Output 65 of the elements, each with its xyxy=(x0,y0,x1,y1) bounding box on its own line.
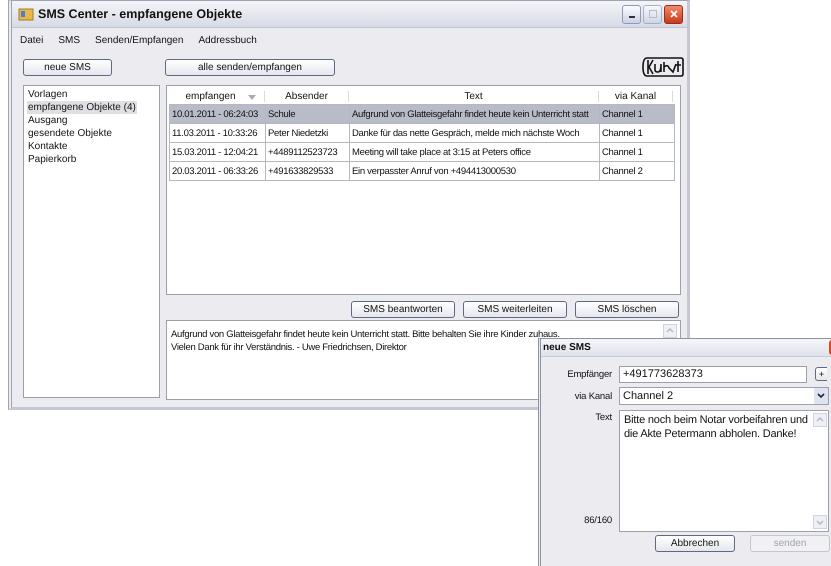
folder-item[interactable]: empfangene Objekte (4) xyxy=(27,101,137,114)
recipient-field[interactable]: +491773628373 xyxy=(619,366,807,382)
table-row[interactable]: 11.03.2011 - 10:33:26 Peter Niedetzki Danke für das nette Gespräch, melde mich nächste Woch Channel 1 xyxy=(169,124,675,143)
folder-item[interactable]: Vorlagen xyxy=(27,88,68,101)
caret-icon xyxy=(814,388,828,404)
table-cell: +491633829533 xyxy=(268,166,334,176)
folder-item[interactable]: Papierkorb xyxy=(27,153,78,166)
column-header[interactable]: via Kanal xyxy=(599,91,673,102)
message-text: Bitte noch beim Notar vorbeifahren und die Akte Petermann abholen. Danke! xyxy=(623,413,809,442)
action-button[interactable]: SMS löschen xyxy=(575,301,679,318)
column-header[interactable]: empfangen xyxy=(169,91,265,102)
field-label: Text xyxy=(594,412,613,423)
column-header[interactable]: Text xyxy=(349,91,599,102)
dialog-button[interactable]: Abbrechen xyxy=(655,535,735,552)
scroll-up-icon[interactable] xyxy=(813,413,827,427)
table-cell: Peter Niedetzki xyxy=(268,128,328,138)
action-button[interactable]: SMS weiterleiten xyxy=(463,301,567,318)
table-row[interactable]: 10.01.2011 - 06:24:03 Schule Aufgrund von Glatteisgefahr findet heute kein Unterricht statt Channel 1 xyxy=(169,104,675,124)
menu-item[interactable]: Addressbuch xyxy=(198,35,257,48)
message-text: Aufgrund von Glatteisgefahr findet heute kein Unterricht statt. Bitte behalten Sie ihre Kinder zuhaus. xyxy=(171,328,560,341)
field-label: Empfänger xyxy=(566,368,613,380)
table-cell: Ein verpasster Anruf von +494413000530 xyxy=(352,166,516,176)
table-row[interactable]: 20.03.2011 - 06:33:26 +491633829533 Ein verpasster Anruf von +494413000530 Channel 2 xyxy=(169,162,675,181)
sort-arrow-icon xyxy=(248,95,256,100)
menu-item[interactable]: Datei xyxy=(20,35,44,48)
table-cell: Aufgrund von Glatteisgefahr findet heute kein Unterricht statt xyxy=(352,108,588,120)
scroll-up-icon[interactable] xyxy=(663,324,677,338)
menu-item[interactable]: SMS xyxy=(58,35,80,48)
table-cell: Channel 1 xyxy=(602,146,643,158)
table-cell: 15.03.2011 - 12:04:21 xyxy=(172,146,258,158)
message-text: Vielen Dank für ihr Verständnis. - Uwe Friedrichsen, Direktor xyxy=(171,341,406,354)
field-label: via Kanal xyxy=(574,390,613,402)
logo-icon xyxy=(641,56,685,78)
table-cell: Channel 2 xyxy=(602,166,643,176)
maximize-icon xyxy=(648,10,656,18)
folder-item[interactable]: gesendete Objekte xyxy=(27,127,113,140)
folder-item[interactable]: Ausgang xyxy=(27,114,68,127)
close-button[interactable] xyxy=(664,4,683,24)
table-cell: 20.03.2011 - 06:33:26 xyxy=(172,166,258,176)
table-cell: Schule xyxy=(268,108,296,120)
table-cell: Channel 1 xyxy=(602,108,643,120)
table-cell: 11.03.2011 - 10:33:26 xyxy=(172,128,258,138)
folder-item[interactable]: Kontakte xyxy=(27,140,68,153)
channel-dropdown[interactable]: Channel 2 xyxy=(619,387,829,405)
table-cell: Danke für das nette Gespräch, melde mich nächste Woch xyxy=(352,128,580,138)
scroll-down-icon[interactable] xyxy=(813,515,827,529)
add-button[interactable]: + xyxy=(815,367,827,381)
menu-item[interactable]: Senden/Empfangen xyxy=(95,35,184,48)
minimize-button[interactable] xyxy=(622,4,641,24)
table-row[interactable]: 15.03.2011 - 12:04:21 +4489112523723 Meeting will take place at 3:15 at Peters office Channel 1 xyxy=(169,143,675,162)
table-cell: Channel 1 xyxy=(602,128,643,138)
table-cell: +4489112523723 xyxy=(268,146,338,158)
action-button[interactable]: SMS beantworten xyxy=(351,301,455,318)
send-receive-button[interactable]: alle senden/empfangen xyxy=(165,58,335,76)
table-cell: Meeting will take place at 3:15 at Peters office xyxy=(352,146,531,158)
message-field[interactable]: Bitte noch beim Notar vorbeifahren und die Akte Petermann abholen. Danke! xyxy=(619,410,829,532)
dialog-title: neue SMS xyxy=(543,342,592,353)
new-sms-button[interactable]: neue SMS xyxy=(23,58,112,76)
close-icon xyxy=(670,10,678,18)
character-counter: 86/160 xyxy=(583,515,613,526)
column-header[interactable]: Absender xyxy=(265,91,349,102)
window-title: SMS Center - empfangene Objekte xyxy=(38,7,244,21)
scrollbar[interactable] xyxy=(813,411,828,531)
folder-icon xyxy=(18,7,34,21)
table-cell: 10.01.2011 - 06:24:03 xyxy=(172,108,258,120)
